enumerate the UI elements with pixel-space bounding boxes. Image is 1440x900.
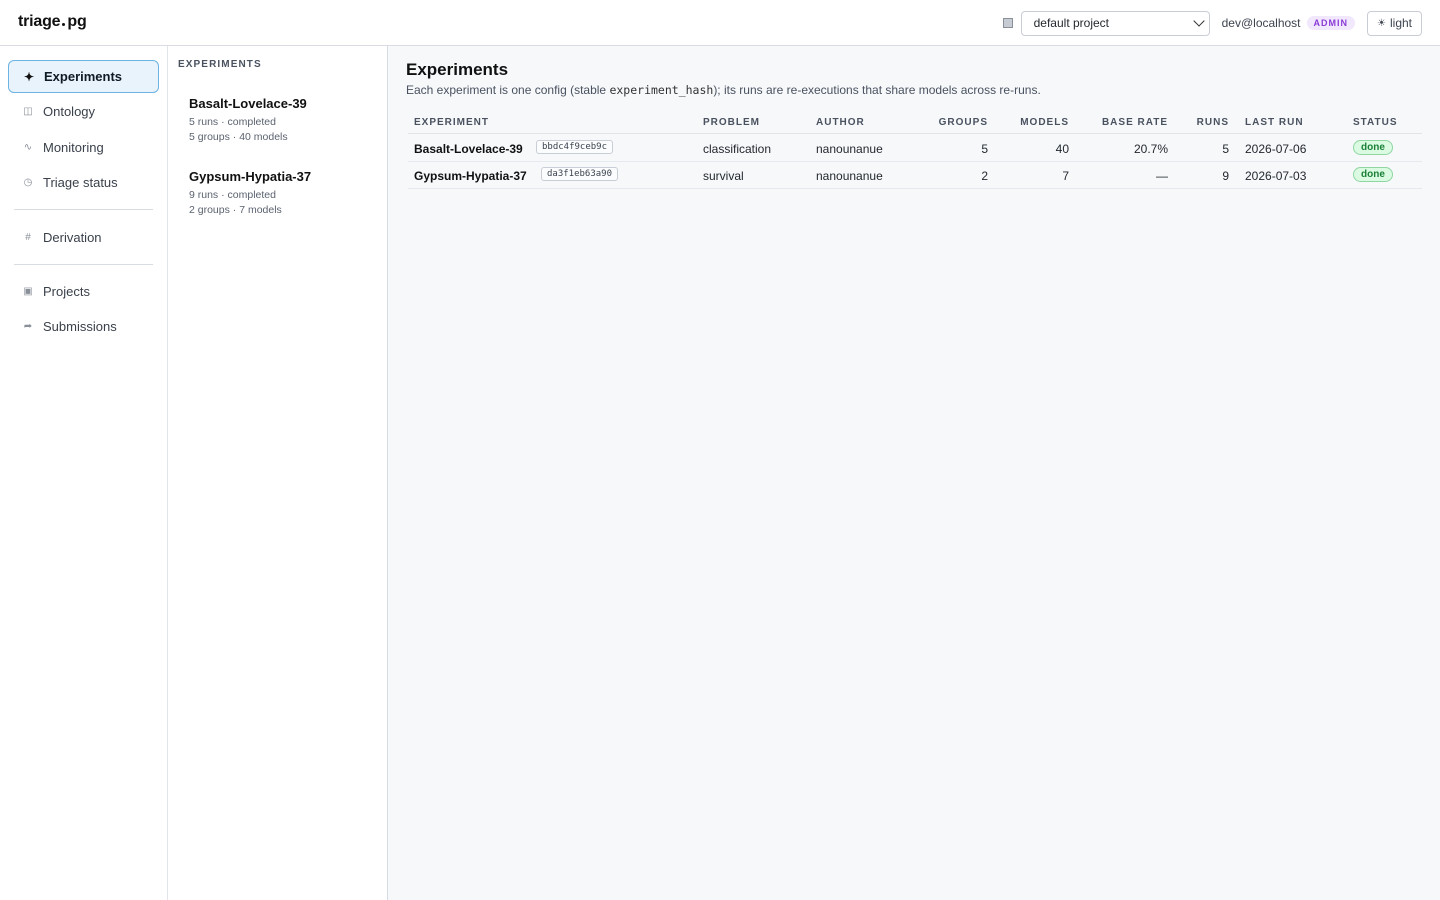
experiment-list-item[interactable]: Basalt-Lovelace-39 5 runs · completed 5 … (189, 96, 379, 145)
sidebar-item-monitoring[interactable]: ∿ Monitoring (8, 131, 159, 164)
sidebar-item-label: Derivation (43, 230, 102, 245)
sidebar-item-label: Experiments (44, 69, 123, 84)
sidebar-item-projects[interactable]: ▣ Projects (8, 275, 159, 308)
theme-toggle-label: light (1389, 16, 1412, 30)
cell-author: nanounanue (816, 169, 883, 183)
experiment-list-item-name: Basalt-Lovelace-39 (189, 96, 307, 111)
cell-models: 7 (1062, 169, 1069, 183)
experiment-list-item-meta: 5 runs · completed 5 groups · 40 models (189, 115, 379, 145)
column-header-last-run[interactable]: LAST RUN (1245, 117, 1304, 128)
app-logo[interactable]: triage pg (18, 13, 87, 31)
cell-last-run: 2026-07-06 (1245, 142, 1307, 156)
sidebar-item-derivation[interactable]: # Derivation (8, 221, 159, 254)
page-subtitle-pre: Each experiment is one config (stable (406, 83, 610, 97)
cell-base-rate: — (1156, 169, 1168, 183)
table-header-row: EXPERIMENT PROBLEM AUTHOR GROUPS MODELS … (408, 114, 1422, 134)
top-bar: triage pg default project dev@localhost A… (0, 0, 1440, 46)
clock-icon: ◷ (23, 177, 33, 188)
sidebar-item-experiments[interactable]: ✦ Experiments (8, 60, 159, 93)
hash-icon: # (25, 232, 31, 243)
sidebar-item-label: Triage status (43, 175, 118, 190)
sidebar-item-label: Projects (43, 284, 90, 299)
main-content: Experiments Each experiment is one confi… (388, 46, 1440, 900)
folder-icon: ▣ (23, 286, 33, 297)
cell-runs: 9 (1222, 169, 1229, 183)
theme-toggle-button[interactable]: ☀ light (1367, 10, 1422, 36)
experiment-list-item-runs: 9 runs · completed (189, 189, 276, 201)
experiment-list-heading: EXPERIMENTS (178, 59, 262, 70)
column-header-author[interactable]: AUTHOR (816, 117, 865, 128)
brand-left: triage (18, 13, 61, 30)
cell-experiment-hash: bbdc4f9ceb9c (536, 140, 614, 154)
experiment-list-item-name: Gypsum-Hypatia-37 (189, 169, 312, 184)
pulse-icon: ∿ (23, 142, 33, 153)
cell-experiment-name[interactable]: Gypsum-Hypatia-37 (414, 169, 527, 183)
cell-experiment-name[interactable]: Basalt-Lovelace-39 (414, 142, 523, 156)
cell-author: nanounanue (816, 142, 883, 156)
project-select[interactable]: default project (1020, 10, 1210, 36)
status-badge: done (1353, 167, 1393, 182)
sidebar-item-label: Submissions (43, 319, 117, 334)
sidebar-item-label: Monitoring (43, 140, 104, 155)
sparkle-icon: ✦ (23, 69, 35, 84)
page-subtitle-post: ); its runs are re-executions that share… (713, 83, 1041, 97)
cell-last-run: 2026-07-03 (1245, 169, 1307, 183)
brand-right: pg (67, 13, 87, 30)
role-badge: ADMIN (1306, 16, 1356, 30)
column-header-experiment[interactable]: EXPERIMENT (414, 117, 489, 128)
sun-icon: ☀ (1377, 17, 1386, 29)
cell-runs: 5 (1222, 142, 1229, 156)
chevron-down-icon (1192, 15, 1205, 27)
cell-experiment-hash: da3f1eb63a90 (541, 167, 619, 181)
experiment-list-item-meta: 9 runs · completed 2 groups · 7 models (189, 188, 379, 218)
cell-models: 40 (1055, 142, 1069, 156)
column-header-status[interactable]: STATUS (1353, 117, 1398, 128)
column-header-models[interactable]: MODELS (1020, 117, 1069, 128)
sidebar-item-ontology[interactable]: ◫ Ontology (8, 95, 159, 128)
sidebar-divider (14, 209, 153, 210)
project-select-value: default project (1033, 16, 1110, 30)
column-header-groups[interactable]: GROUPS (939, 117, 988, 128)
column-header-problem[interactable]: PROBLEM (703, 117, 760, 128)
cell-groups: 5 (981, 142, 988, 156)
send-icon: ➦ (23, 321, 33, 332)
top-right-controls: default project dev@localhost ADMIN ☀ li… (1002, 10, 1422, 36)
experiment-list-panel: EXPERIMENTS Basalt-Lovelace-39 5 runs · … (168, 46, 388, 900)
table-row[interactable]: Gypsum-Hypatia-37 da3f1eb63a90 survival … (408, 162, 1422, 189)
sidebar-item-triage-status[interactable]: ◷ Triage status (8, 166, 159, 199)
sidebar: ✦ Experiments ◫ Ontology ∿ Monitoring ◷ … (0, 46, 168, 900)
table-row[interactable]: Basalt-Lovelace-39 bbdc4f9ceb9c classifi… (408, 135, 1422, 162)
experiment-list-item-runs: 5 runs · completed (189, 116, 276, 128)
column-header-base-rate[interactable]: BASE RATE (1102, 117, 1168, 128)
page-subtitle: Each experiment is one config (stable ex… (406, 83, 1041, 97)
status-badge: done (1353, 140, 1393, 155)
cell-base-rate: 20.7% (1133, 142, 1168, 156)
experiment-list-item-models: 2 groups · 7 models (189, 204, 282, 216)
experiment-list-item-models: 5 groups · 40 models (189, 131, 288, 143)
experiment-list-item[interactable]: Gypsum-Hypatia-37 9 runs · completed 2 g… (189, 169, 379, 218)
sidebar-item-label: Ontology (43, 104, 96, 119)
cell-problem: classification (703, 142, 772, 156)
brand-dot (62, 22, 66, 26)
page-title: Experiments (406, 60, 509, 79)
cell-problem: survival (703, 169, 744, 183)
sidebar-divider (14, 264, 153, 265)
column-header-runs[interactable]: RUNS (1197, 117, 1229, 128)
cell-groups: 2 (981, 169, 988, 183)
page-subtitle-code: experiment_hash (609, 83, 714, 97)
user-email: dev@localhost (1221, 16, 1301, 30)
book-icon: ◫ (23, 106, 33, 117)
sidebar-item-submissions[interactable]: ➦ Submissions (8, 310, 159, 343)
project-icon (1002, 18, 1013, 28)
